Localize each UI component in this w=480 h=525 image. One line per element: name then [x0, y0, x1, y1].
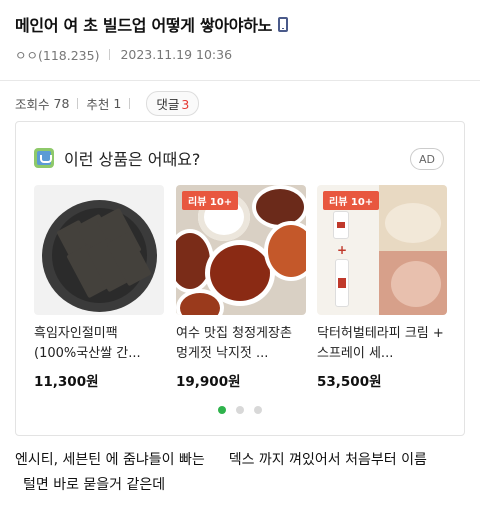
comments-count: 3: [181, 96, 190, 112]
shopping-bag-icon: [34, 148, 54, 168]
plus-icon: +: [337, 243, 348, 257]
product-image[interactable]: [34, 185, 164, 315]
product-image[interactable]: + 리뷰 10+: [317, 185, 447, 315]
product-name[interactable]: 흑임자인절미팩 (100%국산쌀 간...: [34, 324, 164, 364]
product-card[interactable]: + 리뷰 10+ 닥터허벌테라피 크림 + 스프레이 세... 53,500원: [317, 185, 447, 390]
stats-divider: [77, 97, 79, 109]
meta-divider: [109, 49, 111, 60]
views-label: 조회수: [15, 96, 50, 112]
review-tag: 리뷰 10+: [323, 191, 380, 210]
body-text: 엔시티, 세븐틴: [15, 452, 102, 468]
post-body: 엔시티, 세븐틴 에 줌냐들이 빠는 덱스 까지 껴있어서 처음부터 이름 털면 …: [15, 448, 427, 498]
comments-label: 댓글: [156, 96, 180, 112]
body-text: 덱스: [228, 452, 255, 468]
comments-button[interactable]: 댓글 3: [146, 90, 200, 116]
views-count: 78: [53, 95, 70, 111]
likes-count: 1: [113, 95, 122, 111]
product-image[interactable]: 리뷰 10+: [176, 185, 306, 315]
product-price: 19,900원: [176, 374, 241, 390]
side-dish-image: [268, 225, 306, 277]
review-tag: 리뷰 10+: [182, 191, 239, 210]
stats-divider: [129, 97, 131, 109]
mobile-phone-icon: [278, 16, 289, 32]
body-text: 털면 바로 묻을거 같은데: [23, 477, 166, 493]
post-title: 메인어 여 초 빌드업 어떻게 쌓아야하노: [15, 12, 289, 36]
post-datetime: 2023.11.19 10:36: [120, 47, 233, 62]
product-name[interactable]: 닥터허벌테라피 크림 + 스프레이 세...: [317, 324, 447, 364]
side-dish-image: [176, 233, 210, 289]
pager-dot[interactable]: [254, 406, 262, 414]
header-divider: [0, 80, 480, 81]
product-price: 11,300원: [34, 374, 99, 390]
post-stats: 조회수 78 추천 1 댓글 3: [15, 90, 200, 116]
ad-header: 이런 상품은 어때요?: [34, 146, 200, 170]
cream-tube-image: [333, 211, 349, 239]
pager-dot[interactable]: [236, 406, 244, 414]
body-text: 까지 껴있어서 처음부터 이름: [258, 452, 427, 468]
ad-card: 이런 상품은 어때요? AD 흑임자인절미팩 (100%국산쌀 간... 11,…: [15, 121, 465, 436]
product-price: 53,500원: [317, 374, 382, 390]
product-card[interactable]: 흑임자인절미팩 (100%국산쌀 간... 11,300원: [34, 185, 164, 390]
side-dish-image: [256, 189, 304, 225]
post-body-line: 털면 바로 묻을거 같은데: [15, 473, 427, 498]
author-name[interactable]: ㅇㅇ(118.235): [15, 45, 99, 64]
side-dish-image: [180, 293, 220, 315]
post-body-line: 엔시티, 세븐틴 에 줌냐들이 빠는 덱스 까지 껴있어서 처음부터 이름: [15, 448, 427, 473]
likes-label: 추천: [86, 96, 110, 112]
ad-heading: 이런 상품은 어때요?: [64, 150, 201, 169]
side-dish-image: [210, 245, 270, 301]
post-title-text: 메인어 여 초 빌드업 어떻게 쌓아야하노: [15, 16, 273, 35]
ad-badge[interactable]: AD: [410, 148, 444, 170]
pager-dot[interactable]: [218, 406, 226, 414]
spray-bottle-image: [335, 259, 349, 307]
body-text: 에 줌냐들이 빠는: [105, 452, 205, 468]
heel-image: [379, 185, 447, 251]
product-name[interactable]: 여수 맛집 청정게장촌 멍게젓 낙지젓 ...: [176, 324, 306, 364]
post-meta: ㅇㅇ(118.235) 2023.11.19 10:36: [15, 45, 232, 64]
carousel-pager: [218, 406, 262, 414]
foot-image: [379, 251, 447, 315]
product-card[interactable]: 리뷰 10+ 여수 맛집 청정게장촌 멍게젓 낙지젓 ... 19,900원: [176, 185, 306, 390]
